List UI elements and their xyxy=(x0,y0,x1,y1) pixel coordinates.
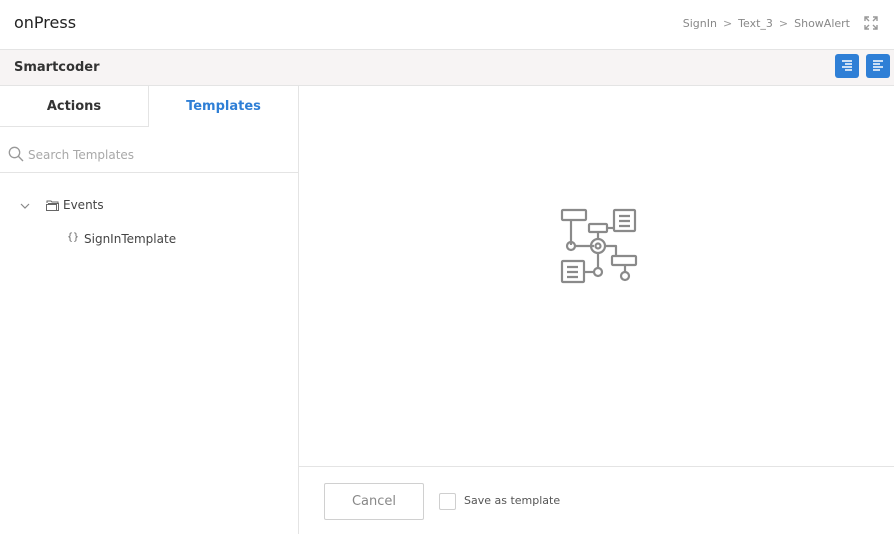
tree-item-label: SignInTemplate xyxy=(84,232,177,246)
tab-templates[interactable]: Templates xyxy=(149,86,298,127)
cancel-button[interactable]: Cancel xyxy=(324,483,424,520)
align-left-icon xyxy=(873,60,883,71)
align-right-icon xyxy=(842,60,852,71)
template-tree: Events {} SignInTemplate xyxy=(0,194,298,262)
tab-actions[interactable]: Actions xyxy=(0,86,149,127)
tree-folder-label: Events xyxy=(63,198,104,212)
editor-canvas xyxy=(299,86,894,466)
tree-item-signintemplate[interactable]: {} SignInTemplate xyxy=(0,228,298,262)
flowchart-icon xyxy=(560,208,638,284)
search-box xyxy=(0,137,298,173)
title-bar: onPress SignIn > Text_3 > ShowAlert xyxy=(0,0,894,50)
align-left-button[interactable] xyxy=(866,54,890,78)
search-input[interactable] xyxy=(28,145,278,165)
toolbar-title: Smartcoder xyxy=(14,60,100,75)
save-as-template-label[interactable]: Save as template xyxy=(464,494,560,507)
tab-bar: Actions Templates xyxy=(0,86,298,127)
breadcrumb-item-showalert[interactable]: ShowAlert xyxy=(794,17,850,30)
breadcrumb-item-text3[interactable]: Text_3 xyxy=(738,17,773,30)
folder-icon xyxy=(46,200,59,211)
search-icon xyxy=(8,146,24,162)
sidebar: Actions Templates Events {} SignInTempla… xyxy=(0,86,299,534)
braces-icon: {} xyxy=(67,232,80,243)
toolbar: Smartcoder xyxy=(0,50,894,86)
breadcrumb-separator: > xyxy=(778,17,789,30)
align-right-button[interactable] xyxy=(835,54,859,78)
expand-icon[interactable] xyxy=(864,16,878,30)
footer: Cancel Save as template xyxy=(299,466,894,534)
breadcrumb-item-signin[interactable]: SignIn xyxy=(683,17,717,30)
save-as-template-checkbox[interactable] xyxy=(439,493,456,510)
page-title: onPress xyxy=(14,13,77,32)
chevron-down-icon[interactable] xyxy=(20,201,30,211)
breadcrumb: SignIn > Text_3 > ShowAlert xyxy=(683,17,850,30)
tree-folder-events[interactable]: Events xyxy=(0,194,298,228)
breadcrumb-separator: > xyxy=(722,17,733,30)
